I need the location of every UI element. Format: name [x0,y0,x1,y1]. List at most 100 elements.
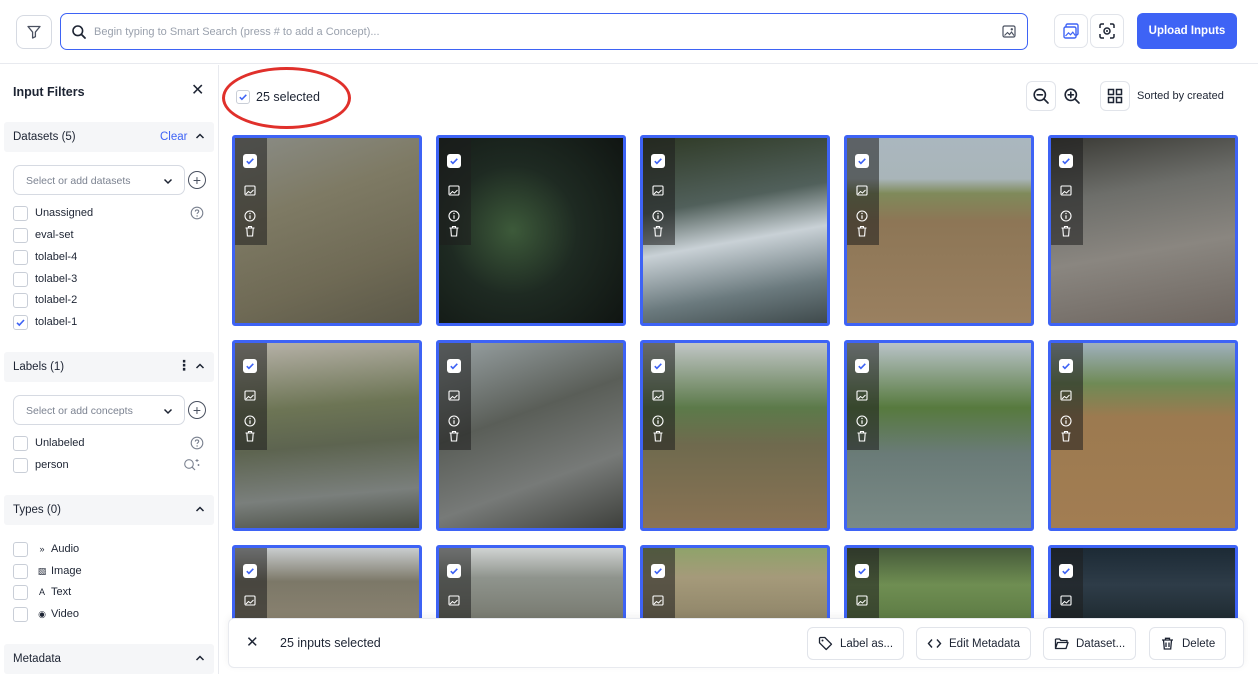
thumbnail-checkbox[interactable] [243,564,257,578]
thumbnail-checkbox[interactable] [243,154,257,168]
thumbnail-checkbox[interactable] [447,154,461,168]
info-icon[interactable] [448,210,460,222]
trash-icon[interactable] [448,430,460,442]
dataset-option[interactable]: tolabel-2 [13,292,77,308]
zoom-in-button[interactable] [1057,81,1087,111]
edit-metadata-button[interactable]: Edit Metadata [916,627,1031,660]
trash-icon[interactable] [856,225,868,237]
filter-toggle-button[interactable] [16,15,52,49]
input-thumbnail[interactable] [436,545,626,625]
trash-icon[interactable] [1060,430,1072,442]
chevron-up-icon[interactable] [194,652,206,664]
checkbox[interactable] [13,292,28,308]
image-search-icon[interactable] [1060,184,1072,196]
trash-icon[interactable] [856,430,868,442]
label-as-button[interactable]: Label as... [807,627,905,660]
dataset-option[interactable]: Unassigned [13,205,93,221]
upload-inputs-button[interactable]: Upload Inputs [1137,13,1237,49]
checkbox[interactable] [13,457,28,473]
label-option[interactable]: Unlabeled [13,435,85,451]
chevron-up-icon[interactable] [194,360,206,372]
dataset-option[interactable]: eval-set [13,227,74,243]
trash-icon[interactable] [244,430,256,442]
image-search-icon[interactable] [244,389,256,401]
gallery-view-button[interactable] [1054,14,1088,48]
image-search-icon[interactable] [448,389,460,401]
thumbnail-checkbox[interactable] [447,564,461,578]
concept-select[interactable]: Select or add concepts [13,395,185,425]
datasets-section-header[interactable]: Datasets (5) Clear [4,122,214,152]
input-thumbnail[interactable] [232,545,422,625]
image-search-icon[interactable] [1001,23,1017,39]
checkbox[interactable] [13,563,28,579]
checkbox[interactable] [13,205,28,221]
metadata-section-header[interactable]: Metadata [4,644,214,674]
trash-icon[interactable] [652,430,664,442]
input-thumbnail[interactable] [232,340,422,531]
info-icon[interactable] [652,210,664,222]
image-search-icon[interactable] [244,184,256,196]
checkbox[interactable] [13,249,28,265]
input-thumbnail[interactable] [640,135,830,326]
image-search-icon[interactable] [1060,389,1072,401]
info-icon[interactable] [448,415,460,427]
type-option-video[interactable]: ◉ Video [13,606,79,622]
input-thumbnail[interactable] [1048,135,1238,326]
input-thumbnail[interactable] [436,135,626,326]
concept-search-sparkle-icon[interactable] [183,457,201,472]
image-search-icon[interactable] [652,184,664,196]
dataset-option[interactable]: tolabel-1 [13,314,77,330]
info-icon[interactable] [1060,415,1072,427]
thumbnail-checkbox[interactable] [651,154,665,168]
input-thumbnail[interactable] [844,340,1034,531]
info-icon[interactable] [244,415,256,427]
sort-label[interactable]: Sorted by created [1137,90,1224,102]
help-circle-icon[interactable] [190,206,204,220]
checkbox[interactable] [13,584,28,600]
info-icon[interactable] [856,415,868,427]
thumbnail-checkbox[interactable] [1059,359,1073,373]
input-thumbnail[interactable] [1048,545,1238,625]
object-scan-button[interactable] [1090,14,1124,48]
dataset-option[interactable]: tolabel-3 [13,271,77,287]
checkbox[interactable] [13,541,28,557]
thumbnail-checkbox[interactable] [651,359,665,373]
image-search-icon[interactable] [652,389,664,401]
more-vertical-icon[interactable]: ⋮ [177,358,191,372]
delete-button[interactable]: Delete [1149,627,1227,660]
image-search-icon[interactable] [244,594,256,606]
chevron-up-icon[interactable] [194,503,206,515]
checkbox-checked[interactable] [13,314,28,330]
checkbox[interactable] [13,606,28,622]
trash-icon[interactable] [244,225,256,237]
image-search-icon[interactable] [856,184,868,196]
dataset-button[interactable]: Dataset... [1043,627,1137,660]
thumbnail-checkbox[interactable] [651,564,665,578]
thumbnail-checkbox[interactable] [855,564,869,578]
checkbox[interactable] [13,227,28,243]
dataset-option[interactable]: tolabel-4 [13,249,77,265]
thumbnail-checkbox[interactable] [855,154,869,168]
input-thumbnail[interactable] [640,545,830,625]
thumbnail-checkbox[interactable] [1059,564,1073,578]
labels-section-header[interactable]: Labels (1) ⋮ [4,352,214,382]
info-icon[interactable] [1060,210,1072,222]
smart-search-input[interactable] [94,22,974,42]
thumbnail-checkbox[interactable] [243,359,257,373]
input-thumbnail[interactable] [844,545,1034,625]
types-section-header[interactable]: Types (0) [4,495,214,525]
trash-icon[interactable] [448,225,460,237]
info-icon[interactable] [652,415,664,427]
checkbox[interactable] [13,271,28,287]
thumbnail-checkbox[interactable] [855,359,869,373]
close-filters-icon[interactable]: ✕ [191,83,204,99]
input-thumbnail[interactable] [640,340,830,531]
datasets-clear-link[interactable]: Clear [160,131,187,143]
thumbnail-checkbox[interactable] [447,359,461,373]
chevron-up-icon[interactable] [194,130,206,142]
image-search-icon[interactable] [856,594,868,606]
add-concept-icon[interactable]: + [188,401,206,419]
type-option-image[interactable]: ▧ Image [13,563,82,579]
input-thumbnail[interactable] [844,135,1034,326]
image-search-icon[interactable] [652,594,664,606]
